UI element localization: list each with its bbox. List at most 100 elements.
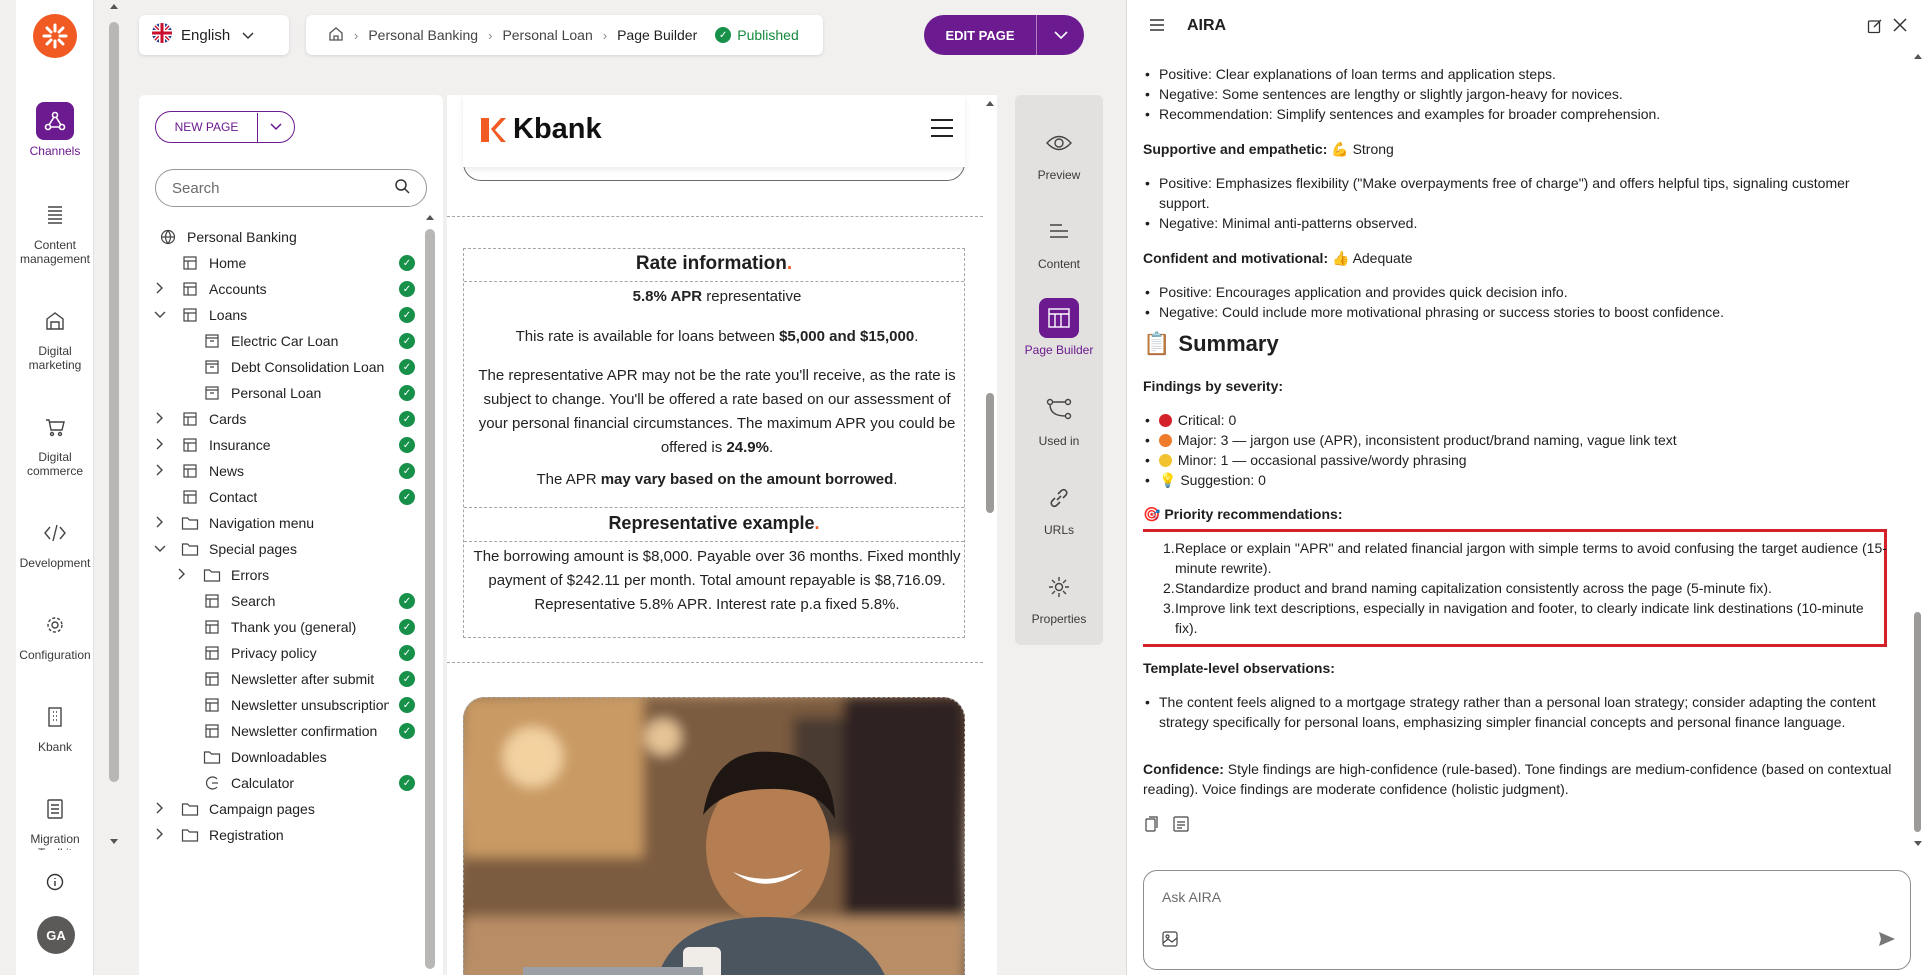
tree-item-label: Privacy policy [231,645,317,661]
rail-item-digital-marketing[interactable]: Digital marketing [16,302,94,372]
uk-flag-icon [151,22,173,48]
page-icon [181,254,199,272]
ask-placeholder: Ask AIRA [1162,889,1222,905]
gear-icon [1039,567,1079,607]
list-item: Minor: 1 — occasional passive/wordy phra… [1145,450,1899,470]
rail-scrollbar[interactable] [109,2,119,852]
chevron-down-icon [242,27,254,44]
building-icon [36,698,74,736]
folderbox-icon [203,332,221,350]
new-chat-icon[interactable] [1867,18,1883,37]
tool-label: Content [1037,257,1081,271]
chevron-right-icon[interactable] [153,438,167,453]
rail-label: Digital commerce [26,450,83,478]
breadcrumb-item[interactable]: Personal Loan [502,27,592,43]
tool-page-builder[interactable]: Page Builder [1015,298,1103,357]
flexed-biceps-icon: 💪 [1331,141,1349,157]
chevron-right-icon[interactable] [175,568,189,583]
tool-preview[interactable]: Preview [1015,123,1103,182]
copy-icon[interactable] [1145,816,1159,837]
published-check-icon: ✓ [399,671,415,687]
published-check-icon: ✓ [399,619,415,635]
menu-icon[interactable] [1149,18,1165,34]
preview-scrollbar[interactable] [982,95,996,975]
edit-page-label[interactable]: EDIT PAGE [924,28,1036,43]
rail-item-channels[interactable]: Channels [16,102,94,158]
tree-item-label: News [209,463,245,479]
close-icon[interactable] [1893,18,1907,37]
chevron-right-icon[interactable] [153,412,167,427]
calc-icon [203,774,221,792]
breadcrumb-item[interactable]: Personal Banking [368,27,478,43]
content-management-icon [36,196,74,234]
chevron-right-icon[interactable] [153,516,167,531]
chevron-down-icon[interactable] [1036,15,1084,55]
vary-bold: may vary based on the amount borrowed [600,471,894,488]
language-selector[interactable]: English [139,15,289,55]
list-item: Positive: Clear explanations of loan ter… [1145,64,1899,84]
tool-content[interactable]: Content [1015,212,1103,271]
chevron-right-icon[interactable] [153,282,167,297]
edit-page-button[interactable]: EDIT PAGE [924,15,1084,55]
folderbox-icon [203,358,221,376]
severity-critical: Critical: 0 [1177,412,1237,428]
tool-properties[interactable]: Properties [1015,567,1103,626]
code-icon [36,514,74,552]
chevron-right-icon[interactable] [153,802,167,817]
rail-item-content-management[interactable]: Content management [16,196,94,266]
tree-item-label: Newsletter confirmation [231,723,378,739]
avatar[interactable]: GA [37,916,75,954]
chevron-down-icon[interactable] [153,308,167,322]
tool-urls[interactable]: URLs [1015,478,1103,537]
info-icon[interactable] [45,872,65,895]
search-input[interactable]: Search [155,169,427,207]
tree-item-label: Newsletter after submit [231,671,375,687]
tool-used-in[interactable]: Used in [1015,389,1103,448]
home-icon[interactable] [328,26,344,45]
tree-scrollbar[interactable] [425,213,435,975]
tool-label: Preview [1037,168,1081,182]
ask-aira-input[interactable]: Ask AIRA [1143,870,1911,970]
section-divider [447,662,983,663]
rail-item-configuration[interactable]: Configuration [16,606,94,662]
rail-item-digital-commerce[interactable]: Digital commerce [16,408,94,478]
rail-label: Development [19,556,91,570]
hamburger-menu-icon[interactable] [931,119,953,143]
tree-item-label: Calculator [231,775,295,791]
tree-item-label: Insurance [209,437,271,453]
confidence-heading: Confidence: [1143,761,1224,777]
gear-icon [36,606,74,644]
tree-item-label: Personal Banking [187,229,297,245]
chevron-right-icon[interactable] [153,464,167,479]
brand-name: Kbank [513,113,602,145]
aira-scrollbar[interactable] [1912,52,1922,852]
rail-item-migration-toolkit[interactable]: Migration Toolkit [16,790,94,850]
search-icon[interactable] [394,178,410,198]
kbank-header: Kbank [463,95,965,167]
tree-item[interactable]: Registration [139,819,429,851]
tree-item-label: Errors [231,567,270,583]
image-icon[interactable] [1162,931,1178,950]
example-title: Representative example. [608,513,820,533]
send-icon[interactable] [1878,931,1896,950]
new-page-label[interactable]: NEW PAGE [156,112,258,142]
representative-apr-paragraph: The representative APR may not be the ra… [478,367,956,456]
confidence-paragraph: Confidence: Style findings are high-conf… [1143,759,1903,799]
chevron-down-icon[interactable] [153,542,167,556]
rail-label: Kbank [37,740,73,754]
rate-information-widget[interactable]: Rate information. 5.8% APR representativ… [463,248,965,638]
chevron-right-icon[interactable] [153,828,167,843]
target-icon: 🎯 [1143,506,1161,522]
new-page-button[interactable]: NEW PAGE [155,111,295,143]
insert-icon[interactable] [1173,816,1189,837]
rail-item-development[interactable]: Development [16,514,94,570]
chevron-down-icon[interactable] [258,123,294,131]
clipboard-icon: 📋 [1143,331,1171,356]
page-icon [181,280,199,298]
image-widget-outline[interactable] [463,697,965,975]
kbank-logo[interactable]: Kbank [477,113,602,146]
orange-circle-icon [1159,434,1172,447]
rail-item-kbank[interactable]: Kbank [16,698,94,754]
chevron-right-icon: › [602,27,608,43]
kentico-logo-icon[interactable] [33,14,77,58]
